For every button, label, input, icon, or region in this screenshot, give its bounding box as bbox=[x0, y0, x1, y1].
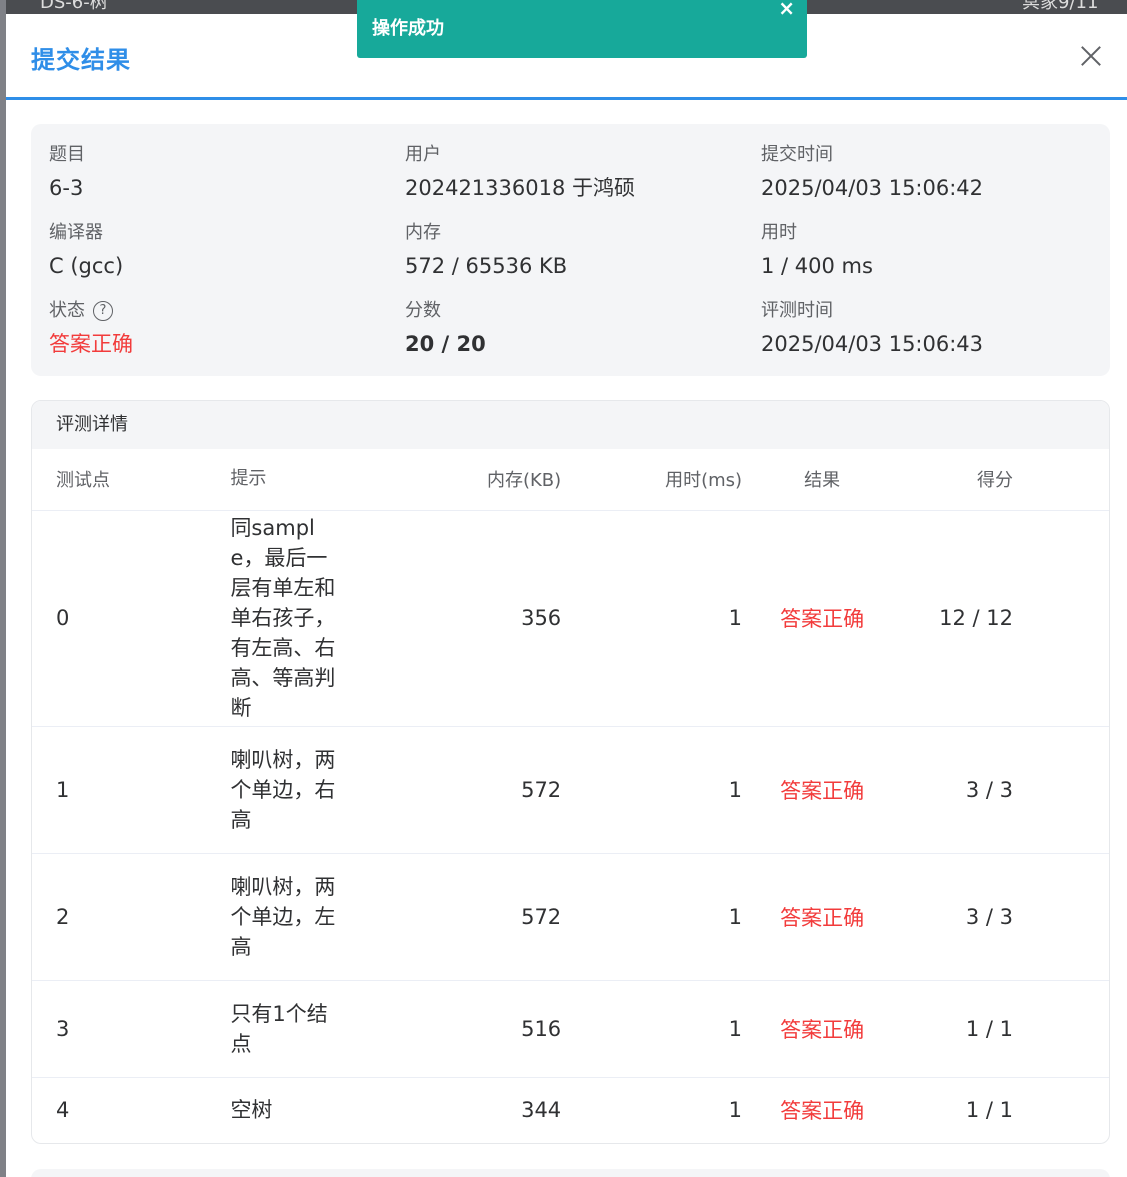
toast-message: 操作成功 bbox=[372, 18, 444, 39]
column-header-memory: 内存(KB) bbox=[385, 449, 562, 511]
time-field: 用时 1 / 400 ms bbox=[761, 220, 1101, 280]
memory-cell: 572 bbox=[385, 726, 562, 854]
result-cell: 答案正确 bbox=[742, 726, 903, 854]
memory-label: 内存 bbox=[405, 222, 441, 243]
score-cell: 12 / 12 bbox=[902, 510, 1109, 727]
submission-info-card: 题目 6-3 用户 202421336018 于鸿硕 提交时间 2025/04/… bbox=[31, 124, 1110, 376]
compiler-field: 编译器 C (gcc) bbox=[49, 220, 389, 280]
time-cell: 1 bbox=[728, 1098, 743, 1123]
result-cell: 答案正确 bbox=[742, 853, 903, 981]
hint-cell: 只有1个结点 bbox=[230, 980, 386, 1078]
user-value: 202421336018 于鸿硕 bbox=[405, 176, 636, 200]
hint-text: 喇叭树，两个单边，右高 bbox=[230, 747, 336, 832]
problem-value: 6-3 bbox=[49, 176, 84, 200]
time-cell: 1 bbox=[561, 980, 743, 1078]
compiler-label: 编译器 bbox=[49, 222, 103, 243]
case-cell: 3 bbox=[32, 980, 231, 1078]
success-toast: 操作成功 × bbox=[357, 0, 807, 58]
user-field: 用户 202421336018 于鸿硕 bbox=[405, 142, 745, 202]
score-label: 分数 bbox=[405, 300, 441, 321]
result-cell: 答案正确 bbox=[742, 980, 903, 1078]
problem-label: 题目 bbox=[49, 144, 85, 165]
case-cell: 2 bbox=[32, 853, 231, 981]
judge-time-label: 评测时间 bbox=[761, 300, 833, 321]
table-row: 2 喇叭树，两个单边，左高 572 1 答案正确 3 / 3 bbox=[32, 853, 1109, 981]
case-cell: 4 bbox=[56, 1098, 70, 1123]
judge-details-card: 评测详情 测试点 提示 内存(KB) 用时(ms) 结果 得分 0 同sampl… bbox=[31, 400, 1110, 1144]
background-topbar-user: 冥家9/11 bbox=[1022, 0, 1099, 13]
memory-cell: 572 bbox=[385, 853, 562, 981]
score-cell: 3 / 3 bbox=[902, 853, 1109, 981]
column-header-time: 用时(ms) bbox=[561, 449, 743, 511]
status-value: 答案正确 bbox=[49, 332, 133, 356]
judge-details-title: 评测详情 bbox=[32, 401, 1109, 449]
result-cell: 答案正确 bbox=[742, 510, 903, 727]
problem-field: 题目 6-3 bbox=[49, 142, 389, 202]
hint-text: 喇叭树，两个单边，左高 bbox=[230, 874, 336, 959]
submit-time-field: 提交时间 2025/04/03 15:06:42 bbox=[761, 142, 1101, 202]
judge-details-table: 测试点 提示 内存(KB) 用时(ms) 结果 得分 0 同sample，最后一… bbox=[32, 449, 1109, 1143]
compiler-value: C (gcc) bbox=[49, 254, 124, 278]
question-circle-icon[interactable]: ? bbox=[93, 301, 113, 321]
column-header-hint: 提示 bbox=[230, 449, 386, 511]
column-header-result: 结果 bbox=[742, 449, 903, 511]
memory-value: 572 / 65536 KB bbox=[405, 254, 568, 278]
memory-cell: 356 bbox=[385, 510, 562, 727]
toast-close-icon[interactable]: × bbox=[778, 0, 795, 20]
hint-cell: 喇叭树，两个单边，右高 bbox=[230, 726, 386, 854]
time-value: 1 / 400 ms bbox=[761, 254, 873, 278]
score-cell: 1 / 1 bbox=[902, 980, 1109, 1078]
table-row: 3 只有1个结点 516 1 答案正确 1 / 1 bbox=[32, 980, 1109, 1078]
column-header-case: 测试点 bbox=[32, 449, 231, 511]
close-icon[interactable] bbox=[1079, 44, 1103, 68]
memory-cell: 516 bbox=[385, 980, 562, 1078]
memory-cell: 344 bbox=[521, 1098, 562, 1123]
memory-field: 内存 572 / 65536 KB bbox=[405, 220, 745, 280]
table-row: 1 喇叭树，两个单边，右高 572 1 答案正确 3 / 3 bbox=[32, 726, 1109, 854]
time-cell: 1 bbox=[561, 726, 743, 854]
submit-time-label: 提交时间 bbox=[761, 144, 833, 165]
time-cell: 1 bbox=[561, 853, 743, 981]
case-cell: 0 bbox=[32, 510, 231, 727]
background-topbar-title: DS-6-树 bbox=[40, 0, 108, 13]
result-cell: 答案正确 bbox=[780, 1099, 865, 1124]
table-row: 4 空树 344 1 答案正确 1 / 1 bbox=[32, 1077, 1109, 1143]
submit-time-value: 2025/04/03 15:06:42 bbox=[761, 176, 984, 200]
status-label: 状态 bbox=[49, 300, 85, 321]
judge-time-value: 2025/04/03 15:06:43 bbox=[761, 332, 984, 356]
table-row: 0 同sample，最后一层有单左和单右孩子，有左高、右高、等高判断 356 1… bbox=[32, 510, 1109, 727]
hint-text: 同sample，最后一层有单左和单右孩子，有左高、右高、等高判断 bbox=[230, 516, 336, 720]
table-header-row: 测试点 提示 内存(KB) 用时(ms) 结果 得分 bbox=[32, 449, 1109, 511]
status-field: 状态 ? 答案正确 bbox=[49, 298, 389, 358]
case-cell: 1 bbox=[32, 726, 231, 854]
hint-cell: 空树 bbox=[230, 1077, 385, 1143]
submission-result-modal: 提交结果 题目 6-3 用户 202421336018 于鸿硕 提交时间 202… bbox=[6, 14, 1127, 1177]
hint-cell: 喇叭树，两个单边，左高 bbox=[230, 853, 386, 981]
score-cell: 3 / 3 bbox=[902, 726, 1109, 854]
time-label: 用时 bbox=[761, 222, 797, 243]
status-label-row: 状态 ? bbox=[49, 298, 389, 324]
score-value: 20 / 20 bbox=[405, 332, 486, 356]
judge-time-field: 评测时间 2025/04/03 15:06:43 bbox=[761, 298, 1101, 358]
time-cell: 1 bbox=[561, 510, 743, 727]
score-cell: 1 / 1 bbox=[965, 1098, 1013, 1123]
user-label: 用户 bbox=[405, 144, 441, 165]
next-section-card bbox=[31, 1169, 1110, 1177]
score-field: 分数 20 / 20 bbox=[405, 298, 745, 358]
hint-text: 空树 bbox=[230, 1098, 273, 1123]
hint-text: 只有1个结点 bbox=[230, 1001, 328, 1056]
modal-title: 提交结果 bbox=[31, 46, 131, 74]
column-header-score: 得分 bbox=[902, 449, 1109, 511]
hint-cell: 同sample，最后一层有单左和单右孩子，有左高、右高、等高判断 bbox=[230, 510, 386, 727]
